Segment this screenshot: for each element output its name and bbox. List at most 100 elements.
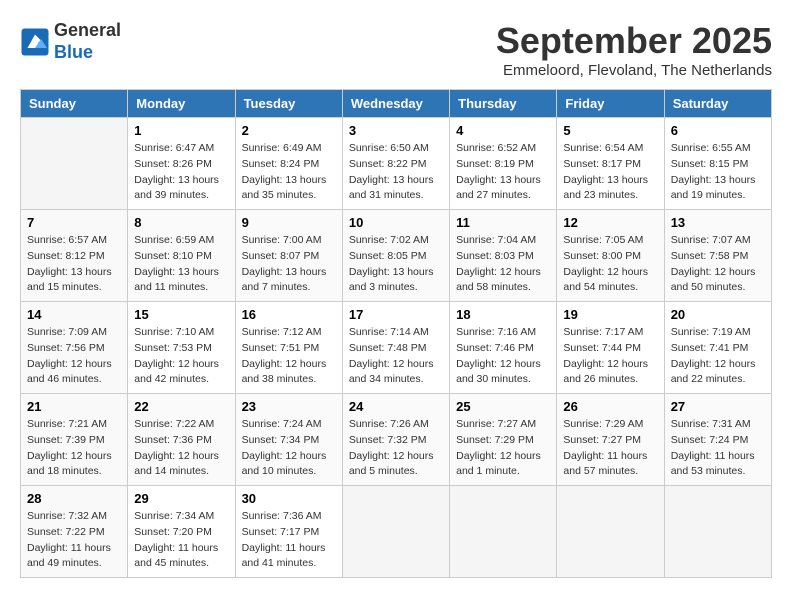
calendar-cell: 16 Sunrise: 7:12 AMSunset: 7:51 PMDayligh… (235, 302, 342, 394)
calendar-cell: 4Sunrise: 6:52 AMSunset: 8:19 PMDaylight… (450, 118, 557, 210)
day-info: Sunrise: 7:09 AMSunset: 7:56 PMDaylight:… (27, 325, 121, 388)
day-info: Sunrise: 7:21 AMSunset: 7:39 PMDaylight:… (27, 417, 121, 480)
month-title: September 2025 (496, 20, 772, 62)
logo-line2: Blue (54, 42, 121, 64)
day-number: 9 (242, 215, 336, 230)
day-number: 19 (563, 307, 657, 322)
day-number: 17 (349, 307, 443, 322)
day-info: Sunrise: 7:32 AMSunset: 7:22 PMDaylight:… (27, 509, 121, 572)
day-number: 21 (27, 399, 121, 414)
calendar-cell: 26 Sunrise: 7:29 AMSunset: 7:27 PMDayligh… (557, 394, 664, 486)
day-number: 15 (134, 307, 228, 322)
calendar-cell: 15 Sunrise: 7:10 AMSunset: 7:53 PMDayligh… (128, 302, 235, 394)
day-info: Sunrise: 7:29 AMSunset: 7:27 PMDaylight:… (563, 417, 657, 480)
calendar-header-row: SundayMondayTuesdayWednesdayThursdayFrid… (21, 90, 772, 118)
day-of-week-header: Saturday (664, 90, 771, 118)
logo-icon (20, 27, 50, 57)
day-info: Sunrise: 7:17 AMSunset: 7:44 PMDaylight:… (563, 325, 657, 388)
day-info: Sunrise: 7:05 AMSunset: 8:00 PMDaylight:… (563, 233, 657, 296)
day-number: 14 (27, 307, 121, 322)
calendar-cell: 25 Sunrise: 7:27 AMSunset: 7:29 PMDayligh… (450, 394, 557, 486)
day-info: Sunrise: 7:27 AMSunset: 7:29 PMDaylight:… (456, 417, 550, 480)
calendar-cell: 21 Sunrise: 7:21 AMSunset: 7:39 PMDayligh… (21, 394, 128, 486)
day-number: 26 (563, 399, 657, 414)
day-number: 8 (134, 215, 228, 230)
calendar-cell (664, 486, 771, 578)
calendar-cell: 12 Sunrise: 7:05 AMSunset: 8:00 PMDayligh… (557, 210, 664, 302)
day-number: 20 (671, 307, 765, 322)
day-number: 18 (456, 307, 550, 322)
day-number: 12 (563, 215, 657, 230)
calendar-week-row: 14 Sunrise: 7:09 AMSunset: 7:56 PMDayligh… (21, 302, 772, 394)
calendar-cell: 5 Sunrise: 6:54 AMSunset: 8:17 PMDaylight… (557, 118, 664, 210)
page-header: General Blue September 2025 Emmeloord, F… (20, 20, 772, 79)
day-info: Sunrise: 6:57 AMSunset: 8:12 PMDaylight:… (27, 233, 121, 296)
day-number: 3 (349, 123, 443, 138)
day-info: Sunrise: 7:07 AMSunset: 7:58 PMDaylight:… (671, 233, 765, 296)
day-info: Sunrise: 7:10 AMSunset: 7:53 PMDaylight:… (134, 325, 228, 388)
title-block: September 2025 Emmeloord, Flevoland, The… (496, 20, 772, 79)
calendar-cell (450, 486, 557, 578)
calendar-cell: 30 Sunrise: 7:36 AMSunset: 7:17 PMDayligh… (235, 486, 342, 578)
day-info: Sunrise: 7:31 AMSunset: 7:24 PMDaylight:… (671, 417, 765, 480)
day-info: Sunrise: 7:12 AMSunset: 7:51 PMDaylight:… (242, 325, 336, 388)
day-info: Sunrise: 6:55 AMSunset: 8:15 PMDaylight:… (671, 141, 765, 204)
calendar-cell: 20 Sunrise: 7:19 AMSunset: 7:41 PMDayligh… (664, 302, 771, 394)
calendar-cell: 1Sunrise: 6:47 AMSunset: 8:26 PMDaylight… (128, 118, 235, 210)
day-number: 10 (349, 215, 443, 230)
day-of-week-header: Sunday (21, 90, 128, 118)
day-info: Sunrise: 7:34 AMSunset: 7:20 PMDaylight:… (134, 509, 228, 572)
calendar-cell: 19 Sunrise: 7:17 AMSunset: 7:44 PMDayligh… (557, 302, 664, 394)
day-number: 6 (671, 123, 765, 138)
calendar-cell: 11Sunrise: 7:04 AMSunset: 8:03 PMDayligh… (450, 210, 557, 302)
day-number: 24 (349, 399, 443, 414)
calendar-cell (557, 486, 664, 578)
day-info: Sunrise: 7:14 AMSunset: 7:48 PMDaylight:… (349, 325, 443, 388)
calendar-cell: 27 Sunrise: 7:31 AMSunset: 7:24 PMDayligh… (664, 394, 771, 486)
day-number: 16 (242, 307, 336, 322)
calendar-cell: 28 Sunrise: 7:32 AMSunset: 7:22 PMDayligh… (21, 486, 128, 578)
location-subtitle: Emmeloord, Flevoland, The Netherlands (496, 62, 772, 79)
day-info: Sunrise: 7:19 AMSunset: 7:41 PMDaylight:… (671, 325, 765, 388)
calendar-cell: 9Sunrise: 7:00 AMSunset: 8:07 PMDaylight… (235, 210, 342, 302)
calendar-cell: 8Sunrise: 6:59 AMSunset: 8:10 PMDaylight… (128, 210, 235, 302)
day-info: Sunrise: 7:02 AMSunset: 8:05 PMDaylight:… (349, 233, 443, 296)
calendar-cell: 6 Sunrise: 6:55 AMSunset: 8:15 PMDaylight… (664, 118, 771, 210)
logo-line1: General (54, 20, 121, 42)
calendar-week-row: 7Sunrise: 6:57 AMSunset: 8:12 PMDaylight… (21, 210, 772, 302)
calendar-cell: 29Sunrise: 7:34 AMSunset: 7:20 PMDayligh… (128, 486, 235, 578)
day-number: 28 (27, 491, 121, 506)
day-number: 5 (563, 123, 657, 138)
calendar-cell (342, 486, 449, 578)
day-of-week-header: Thursday (450, 90, 557, 118)
day-number: 22 (134, 399, 228, 414)
day-info: Sunrise: 6:54 AMSunset: 8:17 PMDaylight:… (563, 141, 657, 204)
day-of-week-header: Tuesday (235, 90, 342, 118)
calendar-cell: 22 Sunrise: 7:22 AMSunset: 7:36 PMDayligh… (128, 394, 235, 486)
day-info: Sunrise: 6:50 AMSunset: 8:22 PMDaylight:… (349, 141, 443, 204)
calendar-week-row: 21 Sunrise: 7:21 AMSunset: 7:39 PMDayligh… (21, 394, 772, 486)
calendar-week-row: 28 Sunrise: 7:32 AMSunset: 7:22 PMDayligh… (21, 486, 772, 578)
calendar-cell: 10 Sunrise: 7:02 AMSunset: 8:05 PMDayligh… (342, 210, 449, 302)
day-info: Sunrise: 6:49 AMSunset: 8:24 PMDaylight:… (242, 141, 336, 204)
day-number: 1 (134, 123, 228, 138)
day-info: Sunrise: 7:22 AMSunset: 7:36 PMDaylight:… (134, 417, 228, 480)
calendar-cell: 18Sunrise: 7:16 AMSunset: 7:46 PMDayligh… (450, 302, 557, 394)
logo: General Blue (20, 20, 121, 63)
calendar-week-row: 1Sunrise: 6:47 AMSunset: 8:26 PMDaylight… (21, 118, 772, 210)
calendar-cell: 23Sunrise: 7:24 AMSunset: 7:34 PMDayligh… (235, 394, 342, 486)
calendar-cell: 14 Sunrise: 7:09 AMSunset: 7:56 PMDayligh… (21, 302, 128, 394)
calendar-cell: 13Sunrise: 7:07 AMSunset: 7:58 PMDayligh… (664, 210, 771, 302)
day-number: 25 (456, 399, 550, 414)
day-number: 30 (242, 491, 336, 506)
calendar-cell (21, 118, 128, 210)
day-info: Sunrise: 7:24 AMSunset: 7:34 PMDaylight:… (242, 417, 336, 480)
day-info: Sunrise: 6:52 AMSunset: 8:19 PMDaylight:… (456, 141, 550, 204)
day-of-week-header: Friday (557, 90, 664, 118)
calendar-cell: 3 Sunrise: 6:50 AMSunset: 8:22 PMDaylight… (342, 118, 449, 210)
day-info: Sunrise: 7:36 AMSunset: 7:17 PMDaylight:… (242, 509, 336, 572)
day-number: 2 (242, 123, 336, 138)
calendar-cell: 2 Sunrise: 6:49 AMSunset: 8:24 PMDaylight… (235, 118, 342, 210)
day-number: 11 (456, 215, 550, 230)
day-number: 27 (671, 399, 765, 414)
